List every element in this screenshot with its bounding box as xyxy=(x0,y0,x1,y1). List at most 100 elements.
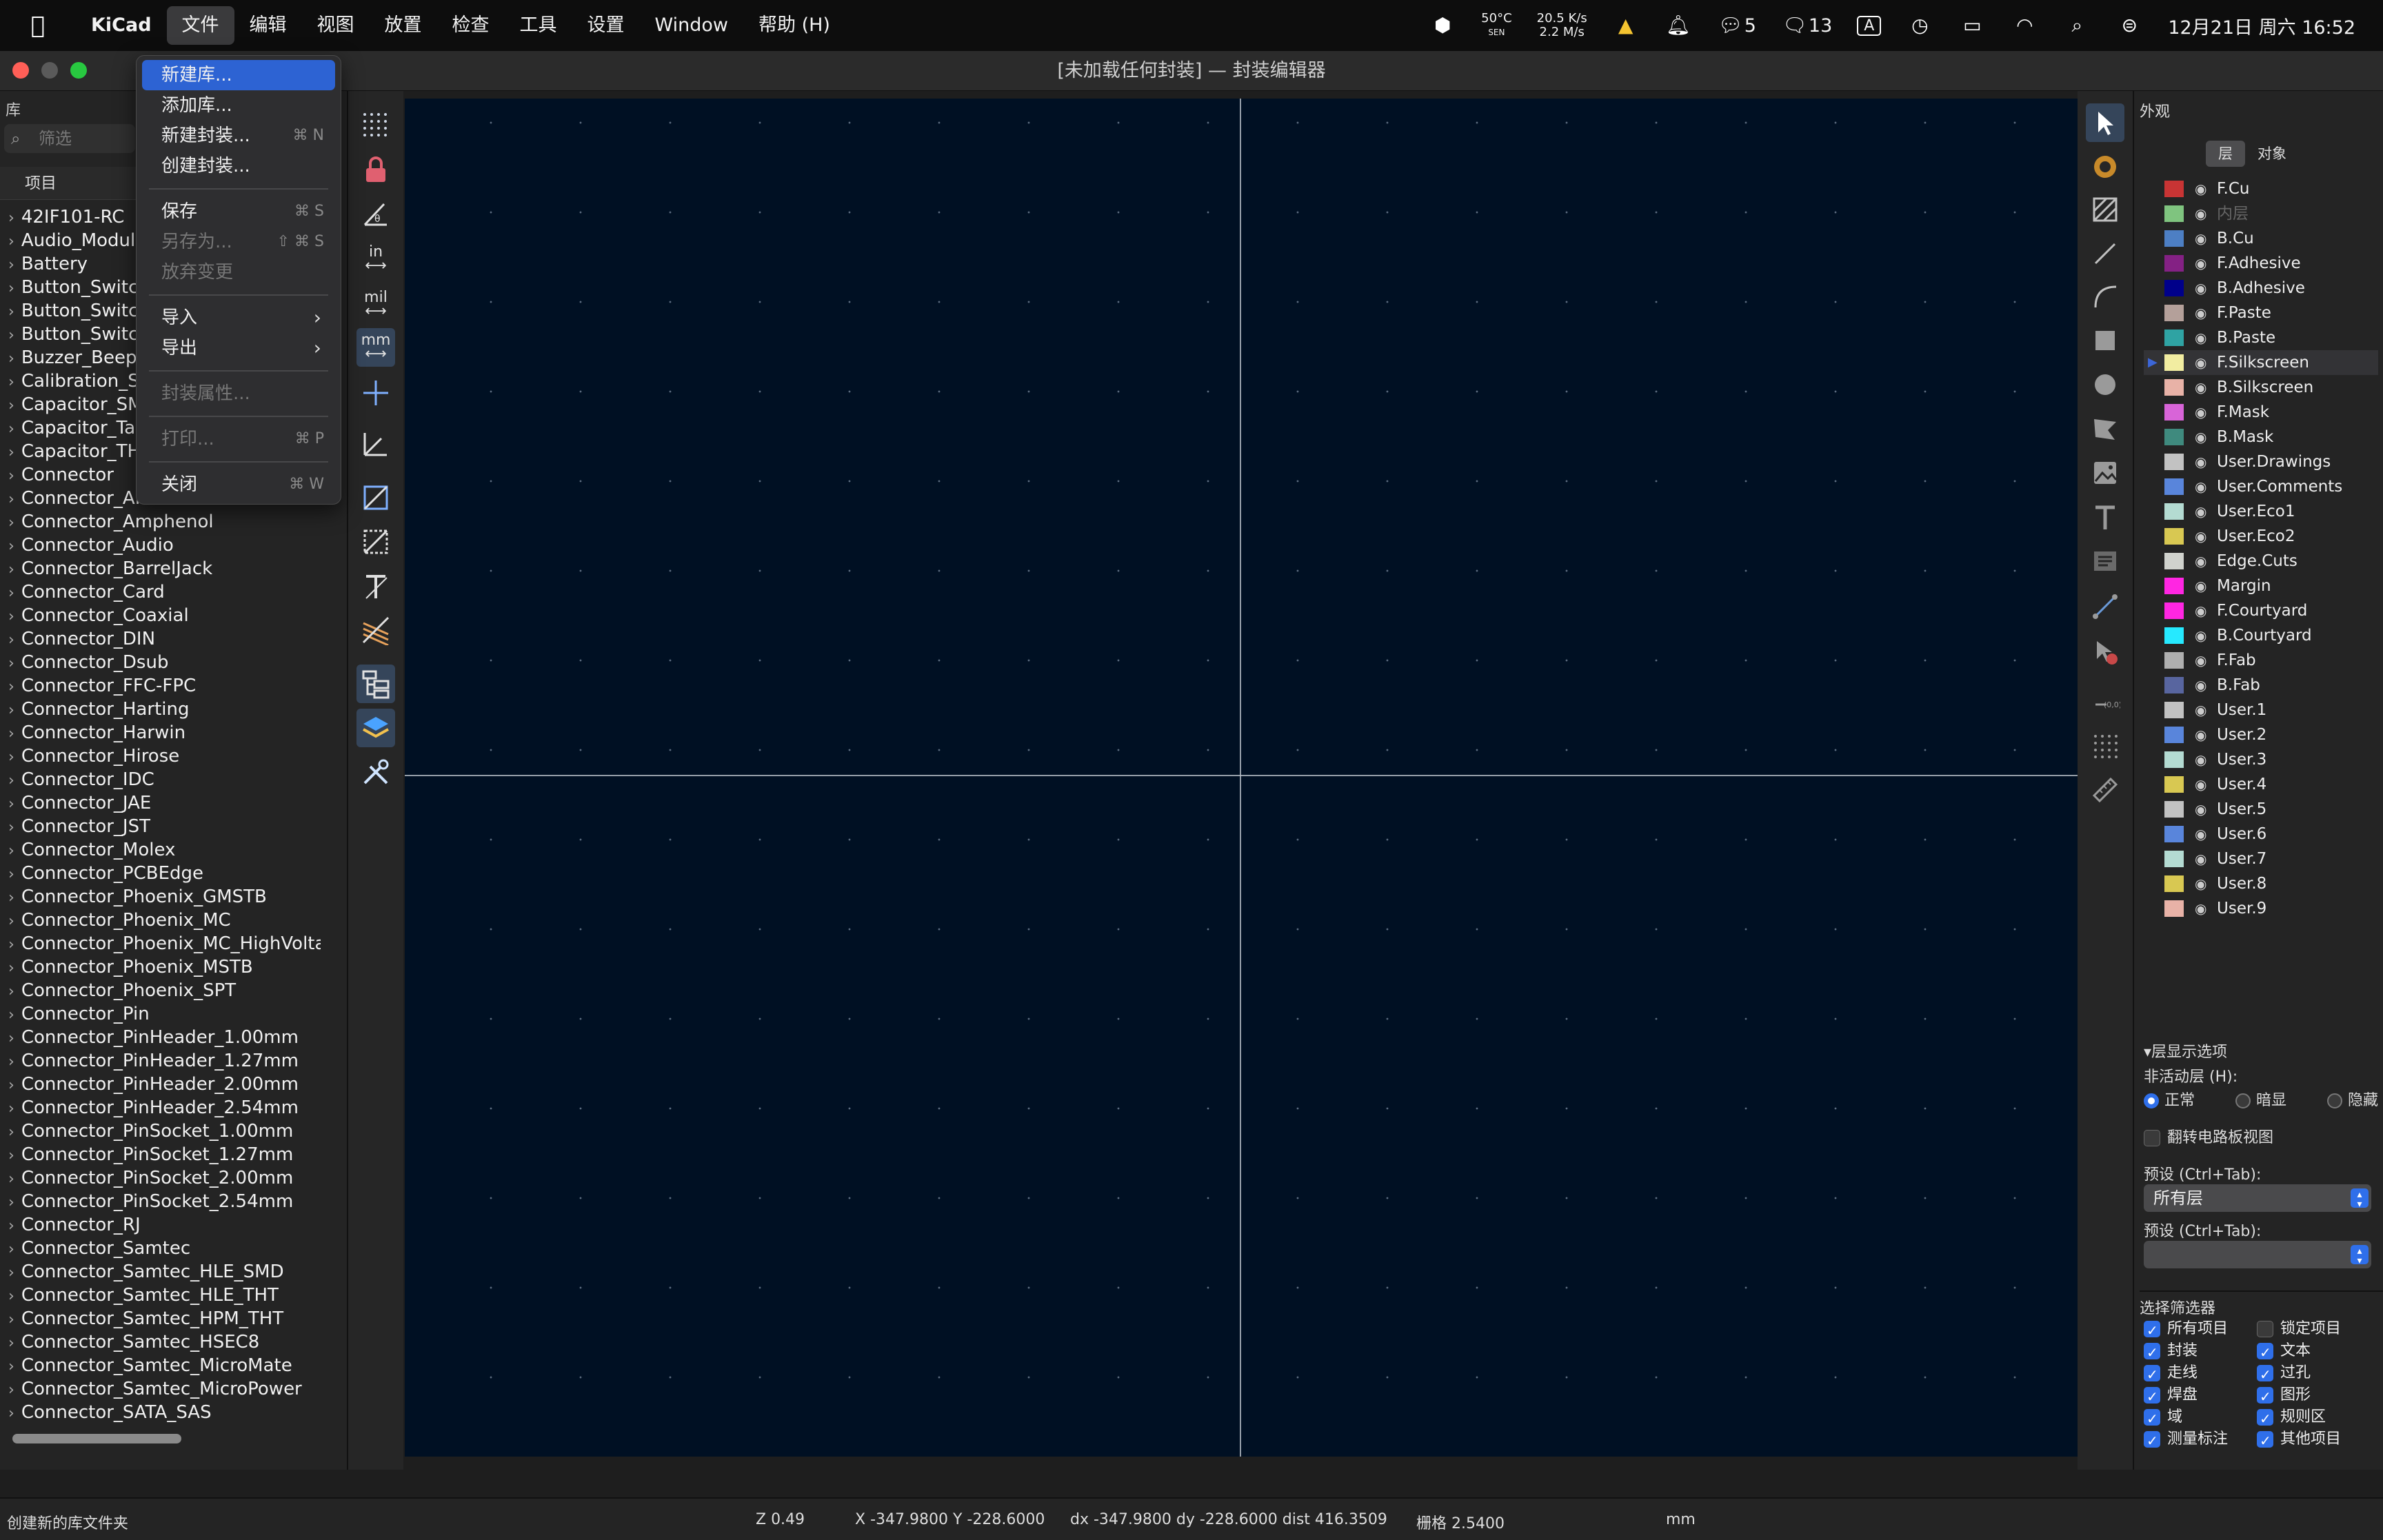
eye-visibility-icon[interactable]: ◉ xyxy=(2195,400,2206,425)
library-tree-row[interactable]: › Connector_PinSocket_2.54mm xyxy=(0,1190,321,1213)
layer-row[interactable]: ◉ User.Eco1 xyxy=(2144,499,2378,524)
warning-icon[interactable]: ▲ xyxy=(1612,14,1640,37)
eye-visibility-icon[interactable]: ◉ xyxy=(2195,822,2206,847)
library-tree-row[interactable]: › Connector_Audio xyxy=(0,534,321,557)
layer-row[interactable]: ◉ B.Silkscreen xyxy=(2144,375,2378,400)
layer-row[interactable]: ◉ Margin xyxy=(2144,574,2378,598)
menu-new-library[interactable]: 新建库... xyxy=(142,60,335,90)
eye-visibility-icon[interactable]: ◉ xyxy=(2195,722,2206,747)
library-filter-input[interactable]: ⌕ 筛选 xyxy=(4,124,135,153)
layer-row[interactable]: ◉ B.Adhesive xyxy=(2144,276,2378,301)
library-tree-row[interactable]: › Connector_Samtec_HLE_SMD xyxy=(0,1260,321,1284)
layer-color-swatch[interactable] xyxy=(2164,553,2184,569)
cursor-style-button[interactable] xyxy=(356,374,395,412)
library-tree-row[interactable]: › Connector_Phoenix_GMSTB xyxy=(0,885,321,909)
eye-visibility-icon[interactable]: ◉ xyxy=(2195,251,2206,276)
eye-visibility-icon[interactable]: ◉ xyxy=(2195,499,2206,524)
menu-create-footprint[interactable]: 创建封装... xyxy=(142,151,335,181)
eye-visibility-icon[interactable]: ◉ xyxy=(2195,201,2206,226)
menu-export[interactable]: 导出 › xyxy=(142,333,335,363)
layer-row[interactable]: ◉ User.5 xyxy=(2144,797,2378,822)
library-tree-row[interactable]: › Connector_PinSocket_1.27mm xyxy=(0,1143,321,1166)
layer-color-swatch[interactable] xyxy=(2164,776,2184,793)
wifi-icon[interactable]: ◠ xyxy=(2011,14,2038,37)
library-tree-row[interactable]: › Connector_IDC xyxy=(0,768,321,791)
eye-visibility-icon[interactable]: ◉ xyxy=(2195,896,2206,921)
high-contrast-button[interactable] xyxy=(356,611,395,649)
layer-color-swatch[interactable] xyxy=(2164,851,2184,867)
footprint-tree-button[interactable] xyxy=(356,665,395,703)
selection-filter-checkbox[interactable]: 走线 xyxy=(2144,1362,2198,1386)
eye-visibility-icon[interactable]: ◉ xyxy=(2195,474,2206,499)
library-tree-row[interactable]: › Connector_Pin xyxy=(0,1002,321,1026)
local-coords-button[interactable] xyxy=(356,425,395,463)
inactive-hide-radio[interactable]: 隐藏 xyxy=(2326,1088,2378,1110)
selection-filter-checkbox[interactable]: 规则区 xyxy=(2257,1406,2326,1430)
clock[interactable]: 12月21日 周六 16:52 xyxy=(2168,12,2355,39)
draw-circle-button[interactable] xyxy=(2086,365,2124,404)
layer-row[interactable]: ◉ User.Eco2 xyxy=(2144,524,2378,549)
add-dimension-button[interactable] xyxy=(2086,587,2124,626)
layer-color-swatch[interactable] xyxy=(2164,578,2184,594)
layer-color-swatch[interactable] xyxy=(2164,702,2184,718)
layer-color-swatch[interactable] xyxy=(2164,677,2184,693)
library-tree-row[interactable]: › Connector_Coaxial xyxy=(0,604,321,627)
library-tree-row[interactable]: › Connector_Phoenix_MC_HighVoltage xyxy=(0,932,321,955)
eye-visibility-icon[interactable]: ◉ xyxy=(2195,226,2206,251)
menu-add-library[interactable]: 添加库... xyxy=(142,90,335,121)
layer-color-swatch[interactable] xyxy=(2164,379,2184,396)
layer-row[interactable]: ◉ User.2 xyxy=(2144,722,2378,747)
selection-filter-checkbox[interactable]: 测量标注 xyxy=(2144,1428,2228,1452)
library-tree-row[interactable]: › Connector_Samtec_HLE_THT xyxy=(0,1284,321,1307)
properties-tools-button[interactable] xyxy=(356,753,395,791)
menu-new-footprint[interactable]: 新建封装... ⌘ N xyxy=(142,121,335,151)
menu-save[interactable]: 保存 ⌘ S xyxy=(142,196,335,227)
menu-settings[interactable]: 设置 xyxy=(572,6,640,45)
menu-place[interactable]: 放置 xyxy=(370,6,437,45)
tab-objects[interactable]: 对象 xyxy=(2245,141,2299,167)
layer-color-swatch[interactable] xyxy=(2164,900,2184,917)
layer-row[interactable]: ◉ User.9 xyxy=(2144,896,2378,921)
eye-visibility-icon[interactable]: ◉ xyxy=(2195,276,2206,301)
eye-visibility-icon[interactable]: ◉ xyxy=(2195,871,2206,896)
draw-line-button[interactable] xyxy=(2086,234,2124,273)
library-tree-row[interactable]: › Connector_DIN xyxy=(0,627,321,651)
layer-color-swatch[interactable] xyxy=(2164,602,2184,619)
eye-visibility-icon[interactable]: ◉ xyxy=(2195,598,2206,623)
eye-visibility-icon[interactable]: ◉ xyxy=(2195,747,2206,772)
add-text-button[interactable] xyxy=(2086,498,2124,536)
layer-row[interactable]: ◉ Edge.Cuts xyxy=(2144,549,2378,574)
menu-tools[interactable]: 工具 xyxy=(505,6,572,45)
layer-color-swatch[interactable] xyxy=(2164,181,2184,197)
layer-color-swatch[interactable] xyxy=(2164,875,2184,892)
layer-row[interactable]: ◉ B.Fab xyxy=(2144,673,2378,698)
layer-color-swatch[interactable] xyxy=(2164,354,2184,371)
layer-color-swatch[interactable] xyxy=(2164,751,2184,768)
inactive-normal-radio[interactable]: 正常 xyxy=(2144,1088,2195,1110)
layer-color-swatch[interactable] xyxy=(2164,627,2184,644)
add-image-button[interactable] xyxy=(2086,454,2124,492)
library-tree-row[interactable]: › Connector_Samtec_MicroPower xyxy=(0,1377,321,1401)
add-textbox-button[interactable] xyxy=(2086,542,2124,580)
eye-visibility-icon[interactable]: ◉ xyxy=(2195,425,2206,449)
menu-view[interactable]: 视图 xyxy=(302,6,370,45)
layer-row[interactable]: ◉ F.Courtyard xyxy=(2144,598,2378,623)
chat-status[interactable]: 🗨︎13 xyxy=(1781,14,1832,37)
units-inch-button[interactable]: in ⟷ xyxy=(356,240,395,278)
layer-color-swatch[interactable] xyxy=(2164,205,2184,222)
library-tree-row[interactable]: › Connector_PCBEdge xyxy=(0,862,321,885)
spotlight-search-icon[interactable]: ⌕ xyxy=(2063,14,2091,37)
layer-row[interactable]: ◉ B.Courtyard xyxy=(2144,623,2378,648)
layer-row[interactable]: ◉ B.Mask xyxy=(2144,425,2378,449)
menu-close[interactable]: 关闭 ⌘ W xyxy=(142,469,335,500)
tab-layers[interactable]: 层 xyxy=(2206,141,2245,167)
library-tree-row[interactable]: › Connector_Samtec_MicroMate xyxy=(0,1354,321,1377)
selection-filter-checkbox[interactable]: 过孔 xyxy=(2257,1362,2311,1386)
layer-row[interactable]: ◉ 内层 xyxy=(2144,201,2378,226)
menu-inspect[interactable]: 检查 xyxy=(437,6,505,45)
add-pad-button[interactable] xyxy=(2086,148,2124,186)
flip-board-checkbox[interactable]: 翻转电路板视图 xyxy=(2144,1125,2273,1147)
library-tree-row[interactable]: › Connector_Phoenix_SPT xyxy=(0,979,321,1002)
library-tree-row[interactable]: › Connector_Amphenol xyxy=(0,510,321,534)
network-stat[interactable]: 20.5 K/s 2.2 M/s xyxy=(1537,12,1587,39)
